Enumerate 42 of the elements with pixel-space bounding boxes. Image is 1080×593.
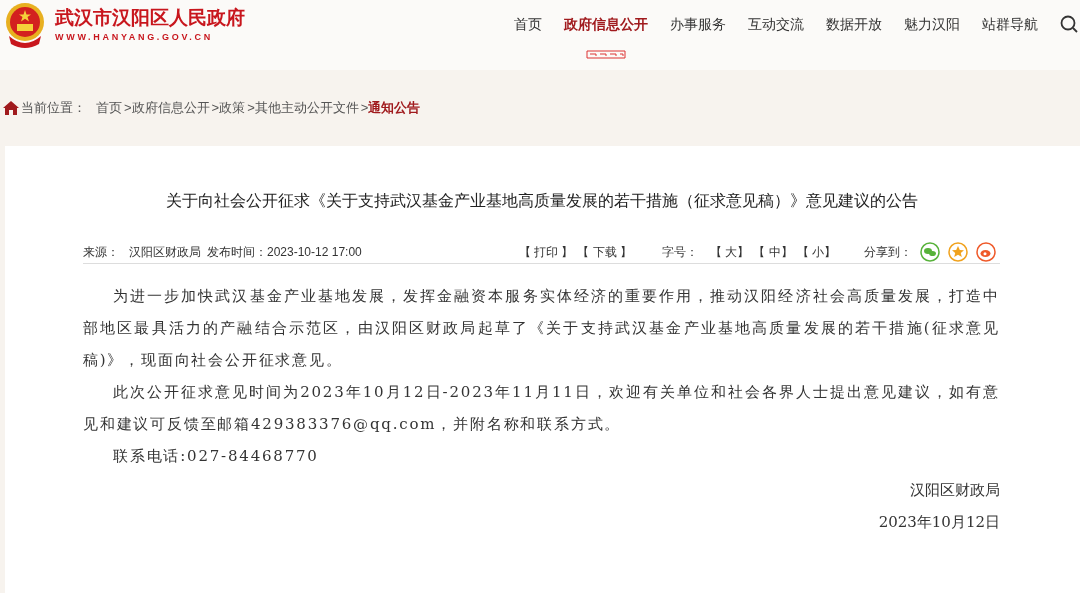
- breadcrumb-separator: >: [124, 99, 132, 118]
- home-icon: [3, 101, 19, 115]
- nav-link[interactable]: 首页: [514, 13, 542, 35]
- breadcrumb-link[interactable]: 通知公告: [368, 98, 421, 118]
- article-title: 关于向社会公开征求《关于支持武汉基金产业基地高质量发展的若干措施（征求意见稿）》意见建议的公告: [164, 191, 919, 211]
- emblem-icon: [3, 2, 47, 48]
- font-size-link[interactable]: 【 中】: [753, 243, 793, 261]
- site-name: 武汉市汉阳区人民政府: [55, 6, 245, 30]
- breadcrumb-link[interactable]: 其他主动公开文件: [254, 98, 359, 118]
- search-icon[interactable]: [1060, 15, 1078, 33]
- body-paragraph: 此次公开征求意见时间为2023年10月12日-2023年11月11日，欢迎有关单位和社会各界人士提出意见建议，如有意见和建议可反馈至邮箱429383376@qq.com，并附名称和联系方式。: [83, 382, 1000, 435]
- date: 2023年10月12日: [877, 512, 1000, 533]
- toolbar-link[interactable]: 【 打印 】: [518, 243, 574, 261]
- nav-link[interactable]: 办事服务: [670, 13, 726, 35]
- breadcrumb-link[interactable]: 政府信息公开: [131, 98, 210, 118]
- eye-icon[interactable]: [976, 242, 996, 262]
- time-value: 2023-10-12 17:00: [267, 244, 362, 261]
- site-url: WWW.HANYANG.GOV.CN: [55, 31, 214, 44]
- nav-link[interactable]: 政府信息公开: [564, 13, 648, 35]
- font-size-link[interactable]: 【 小】: [796, 243, 836, 261]
- breadcrumb-separator: >: [247, 99, 255, 118]
- nav-link[interactable]: 魅力汉阳: [904, 13, 960, 35]
- breadcrumb-link[interactable]: 首页: [96, 98, 122, 118]
- font-size-label: 字号：: [661, 244, 698, 261]
- breadcrumb-separator: >: [211, 99, 220, 118]
- font-size-link[interactable]: 【 大】: [709, 243, 750, 261]
- nav-link[interactable]: 站群导航: [982, 13, 1038, 35]
- nav-link[interactable]: 数据开放: [826, 13, 882, 35]
- chat-bubbles-icon[interactable]: [920, 242, 940, 262]
- nav-link[interactable]: 互动交流: [748, 13, 804, 35]
- body-paragraph: 为进一步加快武汉基金产业基地发展，发挥金融资本服务实体经济的重要作用，推动汉阳经济社会高质量发展，打造中部地区最具活力的产融结合示范区，由汉阳区财政局起草了《关于支持武汉基金产业基地高质量发展的若干措施(征求意见稿)》，现面向社会公开征求意见。: [83, 286, 1000, 371]
- signature: 汉阳区财政局: [909, 480, 1000, 501]
- breadcrumb-link[interactable]: 政策: [219, 98, 246, 118]
- share-label: 分享到：: [864, 244, 912, 261]
- time-label: 发布时间：: [207, 244, 267, 261]
- breadcrumb-label: 当前位置：: [21, 99, 86, 118]
- source-value: 汉阳区财政局: [129, 244, 201, 261]
- fret-ornament-icon: [586, 50, 626, 59]
- toolbar-link[interactable]: 【 下载 】: [577, 243, 632, 261]
- breadcrumb-separator: >: [360, 99, 369, 118]
- source-label: 来源：: [83, 244, 119, 261]
- body-paragraph: 联系电话:027-84468770: [112, 446, 320, 467]
